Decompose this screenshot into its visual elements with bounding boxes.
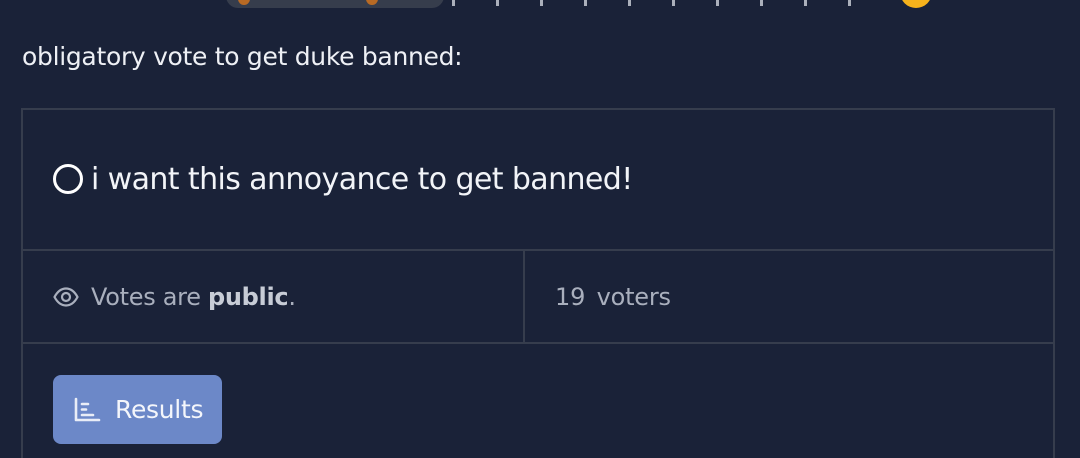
poll-meta: Votes are public. 19 voters — [23, 251, 1053, 344]
voter-count-label: voters — [596, 283, 671, 311]
avatar — [238, 0, 250, 5]
smiley-emoji-icon — [900, 0, 932, 8]
cut-off-text — [452, 0, 892, 6]
visibility-emphasis: public — [208, 283, 289, 311]
results-button[interactable]: Results — [53, 375, 222, 444]
post-body-text: obligatory vote to get duke banned: — [22, 42, 463, 71]
bar-chart-icon — [74, 397, 101, 422]
poll-option-label: i want this annoyance to get banned! — [91, 162, 633, 197]
radio-unchecked-icon[interactable] — [53, 164, 83, 194]
emoji-icon — [366, 0, 378, 5]
voter-count-number: 19 — [555, 283, 586, 311]
eye-icon — [53, 287, 79, 307]
previous-message-line-cut-off — [0, 0, 1080, 8]
user-mention-pill[interactable] — [226, 0, 444, 8]
voter-count: 19 voters — [555, 281, 671, 313]
poll-visibility-cell: Votes are public. — [23, 251, 525, 342]
poll: i want this annoyance to get banned! Vot… — [21, 108, 1055, 458]
poll-visibility-text: Votes are public. — [91, 283, 296, 311]
message-view: obligatory vote to get duke banned: i wa… — [0, 0, 1080, 458]
poll-option[interactable]: i want this annoyance to get banned! — [23, 110, 1053, 251]
results-button-label: Results — [115, 395, 204, 424]
